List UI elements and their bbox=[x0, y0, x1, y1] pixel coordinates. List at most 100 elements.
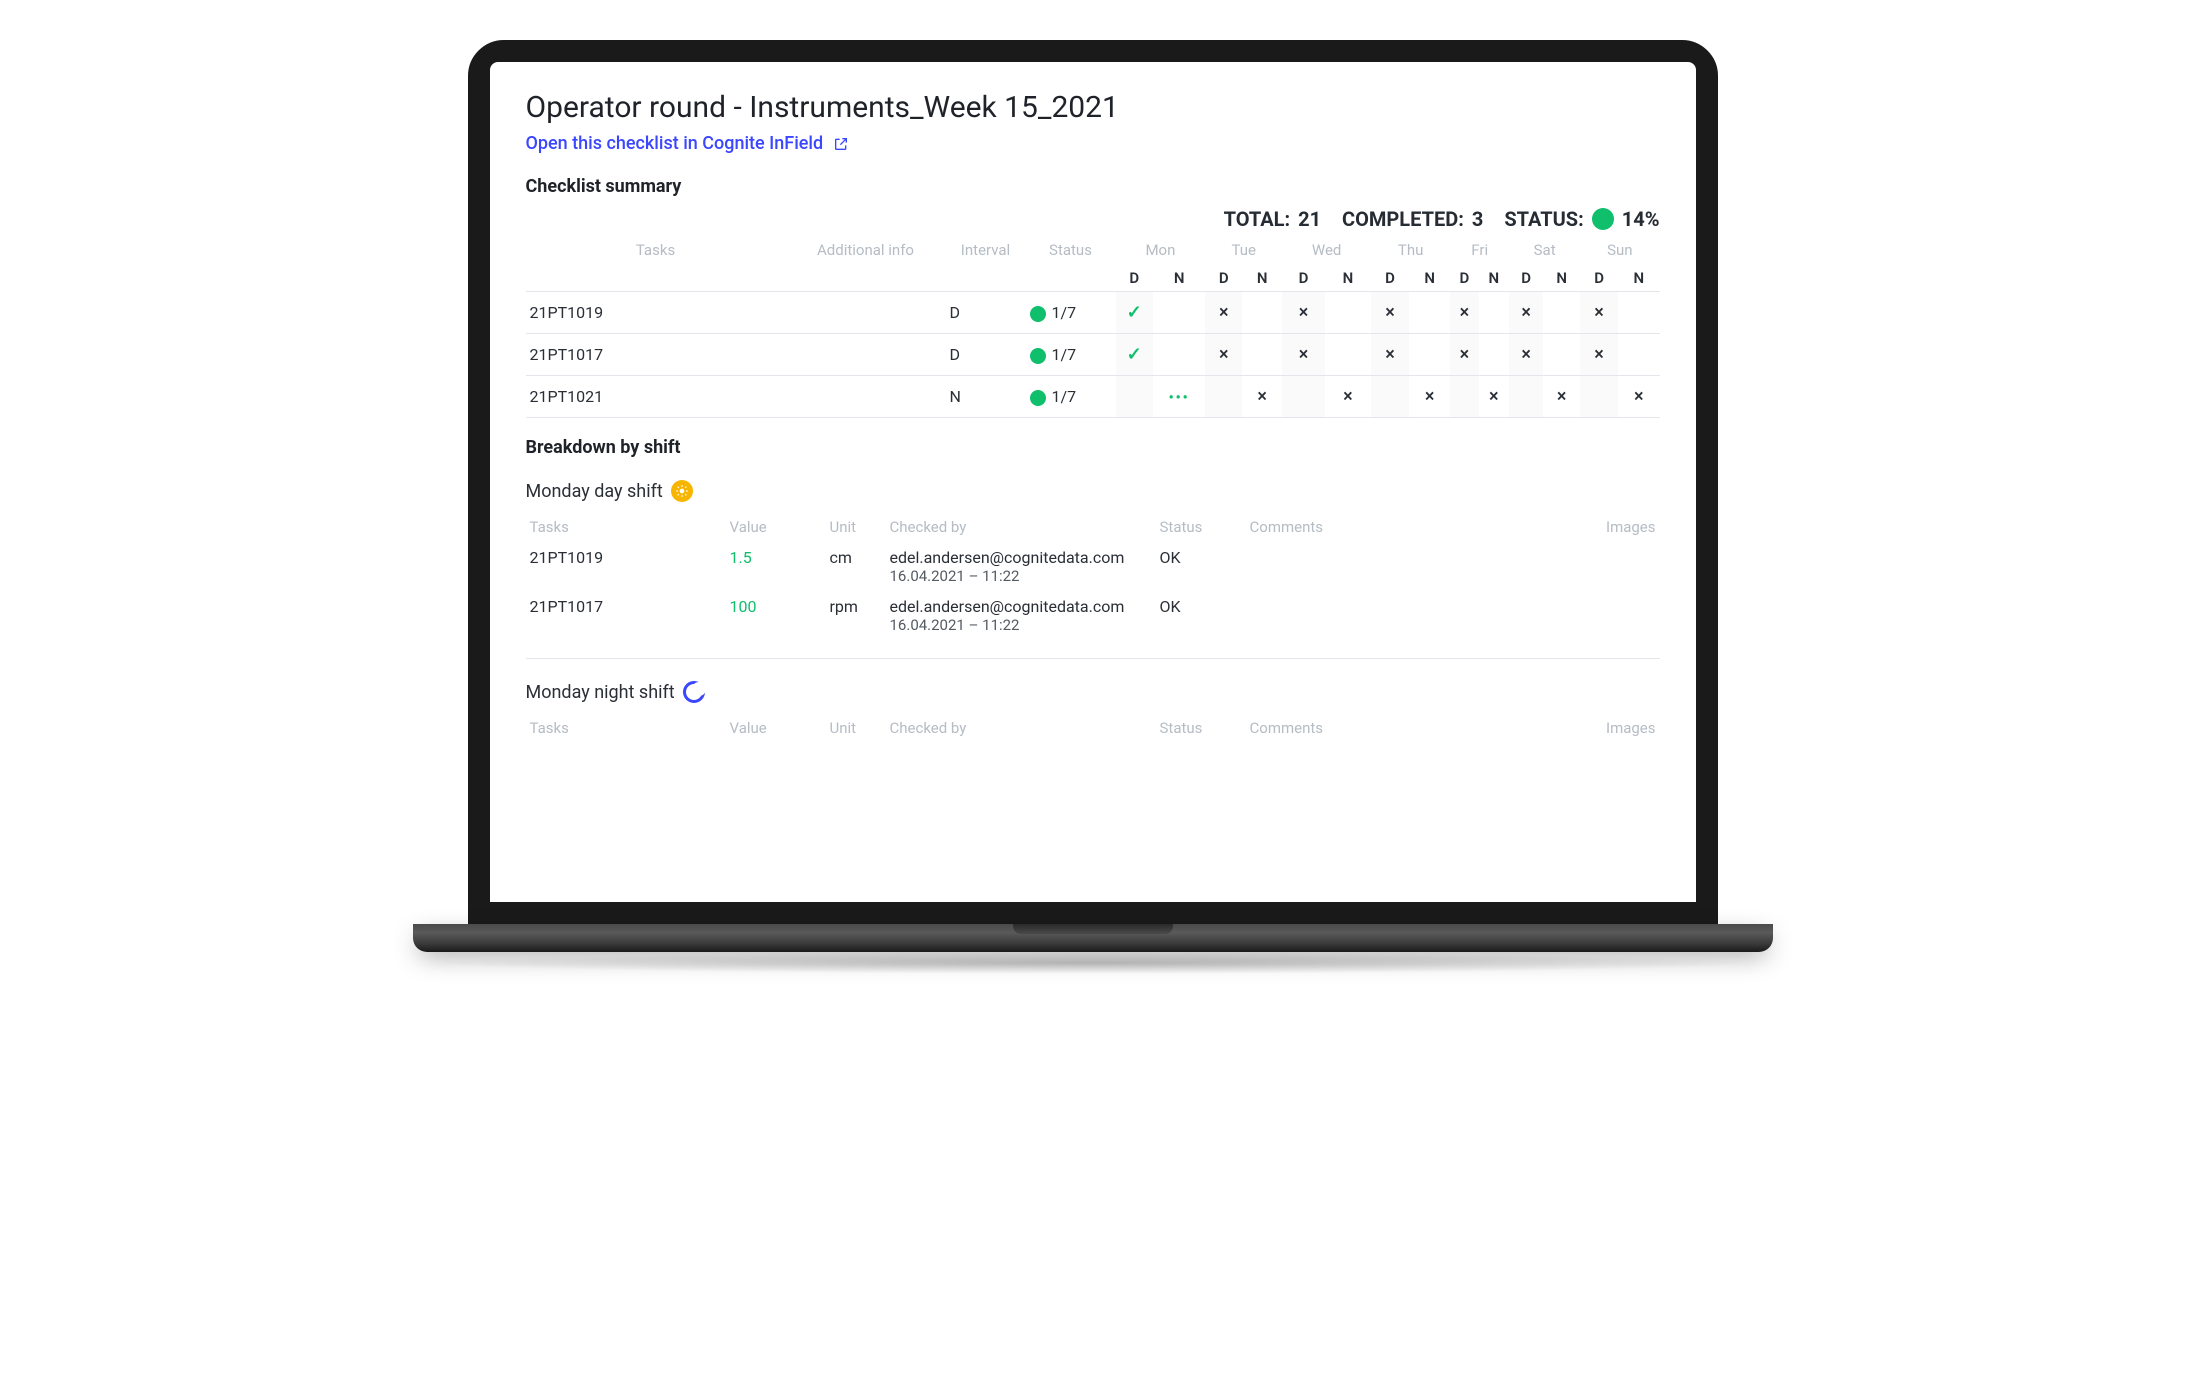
shift-cell bbox=[1325, 292, 1371, 334]
col-comments: Comments bbox=[1246, 512, 1570, 542]
shift-cell: × bbox=[1325, 376, 1371, 418]
x-icon: × bbox=[1219, 302, 1229, 323]
shift-cell: × bbox=[1371, 334, 1409, 376]
dn-header: N bbox=[1618, 265, 1659, 292]
task-name: 21PT1021 bbox=[526, 376, 786, 418]
shift-cell: ✓ bbox=[1116, 334, 1153, 376]
shift-cell: × bbox=[1282, 334, 1325, 376]
shift-cell bbox=[1153, 292, 1205, 334]
row-status: OK bbox=[1156, 591, 1246, 640]
shift-cell bbox=[1580, 376, 1618, 418]
shift-cell bbox=[1409, 292, 1450, 334]
shift-cell: × bbox=[1205, 334, 1242, 376]
progress-dots-icon: ••• bbox=[1169, 390, 1190, 406]
col-status: Status bbox=[1156, 512, 1246, 542]
status-label: STATUS: bbox=[1504, 207, 1583, 231]
col-day-mon: Mon bbox=[1116, 235, 1206, 265]
dn-header: N bbox=[1409, 265, 1450, 292]
x-icon: × bbox=[1219, 344, 1229, 365]
col-value: Value bbox=[726, 713, 826, 743]
completed-label: COMPLETED: bbox=[1342, 207, 1464, 231]
shift-cell bbox=[1543, 334, 1580, 376]
shift-cell bbox=[1450, 376, 1478, 418]
col-day-sat: Sat bbox=[1509, 235, 1580, 265]
col-checked_by: Checked by bbox=[886, 713, 1156, 743]
reading-value: 100 bbox=[726, 591, 826, 640]
shift-title: Monday day shift bbox=[526, 481, 663, 502]
shift-cell: × bbox=[1543, 376, 1580, 418]
shift-cell bbox=[1479, 334, 1510, 376]
external-link-icon bbox=[833, 136, 849, 152]
col-unit: Unit bbox=[826, 512, 886, 542]
moon-icon bbox=[683, 681, 705, 703]
status-ratio: 1/7 bbox=[1052, 387, 1077, 406]
x-icon: × bbox=[1425, 386, 1435, 407]
dn-header: D bbox=[1580, 265, 1618, 292]
status-dot-icon bbox=[1030, 306, 1046, 322]
shift-cell: ✓ bbox=[1116, 292, 1153, 334]
col-day-fri: Fri bbox=[1450, 235, 1509, 265]
check-icon: ✓ bbox=[1127, 302, 1142, 323]
x-icon: × bbox=[1634, 386, 1644, 407]
col-tasks: Tasks bbox=[526, 713, 726, 743]
breakdown-table: TasksValueUnitChecked byStatusCommentsIm… bbox=[526, 512, 1660, 640]
table-row: 21PT1021N1/7•••×××××× bbox=[526, 376, 1660, 418]
reading-unit: cm bbox=[826, 542, 886, 591]
shift-cell bbox=[1116, 376, 1153, 418]
additional-info bbox=[786, 376, 946, 418]
table-row: 21PT1017100rpmedel.andersen@cognitedata.… bbox=[526, 591, 1660, 640]
shift-cell bbox=[1153, 334, 1205, 376]
reading-unit: rpm bbox=[826, 591, 886, 640]
col-value: Value bbox=[726, 512, 826, 542]
col-interval: Interval bbox=[946, 235, 1026, 265]
shift-cell bbox=[1325, 334, 1371, 376]
status-ratio: 1/7 bbox=[1052, 303, 1077, 322]
summary-totals-bar: TOTAL: 21 COMPLETED: 3 STATUS: 14% bbox=[526, 207, 1660, 231]
completed-value: 3 bbox=[1472, 207, 1483, 231]
table-row: 21PT10191.5cmedel.andersen@cognitedata.c… bbox=[526, 542, 1660, 591]
summary-table: Tasks Additional info Interval Status Mo… bbox=[526, 235, 1660, 418]
col-comments: Comments bbox=[1246, 713, 1570, 743]
dn-header: N bbox=[1479, 265, 1510, 292]
shift-cell: × bbox=[1205, 292, 1242, 334]
shift-cell bbox=[1242, 292, 1282, 334]
col-status: Status bbox=[1156, 713, 1246, 743]
open-in-infield-link[interactable]: Open this checklist in Cognite InField bbox=[526, 133, 850, 154]
status-cell: 1/7 bbox=[1026, 292, 1116, 334]
x-icon: × bbox=[1594, 344, 1604, 365]
app-screen: Operator round - Instruments_Week 15_202… bbox=[490, 62, 1696, 902]
shift-cell: × bbox=[1409, 376, 1450, 418]
status-cell: 1/7 bbox=[1026, 334, 1116, 376]
x-icon: × bbox=[1299, 344, 1309, 365]
breakdown-heading: Breakdown by shift bbox=[526, 437, 1660, 458]
laptop-mockup: Operator round - Instruments_Week 15_202… bbox=[468, 40, 1718, 974]
shift-cell: × bbox=[1580, 292, 1618, 334]
total-value: 21 bbox=[1298, 207, 1321, 231]
row-images bbox=[1570, 591, 1660, 640]
dn-header: N bbox=[1325, 265, 1371, 292]
status-percent: 14% bbox=[1622, 207, 1660, 231]
x-icon: × bbox=[1594, 302, 1604, 323]
col-day-wed: Wed bbox=[1282, 235, 1371, 265]
status-dot-icon bbox=[1030, 390, 1046, 406]
shift-cell: × bbox=[1580, 334, 1618, 376]
status-dot-icon bbox=[1592, 208, 1614, 230]
dn-header: D bbox=[1450, 265, 1478, 292]
status-cell: 1/7 bbox=[1026, 376, 1116, 418]
shift-cell: × bbox=[1509, 334, 1543, 376]
breakdown-table: TasksValueUnitChecked byStatusCommentsIm… bbox=[526, 713, 1660, 743]
shift-cell: × bbox=[1282, 292, 1325, 334]
row-comments bbox=[1246, 542, 1570, 591]
col-tasks: Tasks bbox=[526, 512, 726, 542]
x-icon: × bbox=[1385, 344, 1395, 365]
col-status: Status bbox=[1026, 235, 1116, 265]
x-icon: × bbox=[1343, 386, 1353, 407]
shift-cell: × bbox=[1618, 376, 1659, 418]
shift-cell bbox=[1205, 376, 1242, 418]
open-in-infield-label: Open this checklist in Cognite InField bbox=[526, 133, 824, 154]
sun-icon bbox=[671, 480, 693, 502]
col-day-thu: Thu bbox=[1371, 235, 1450, 265]
shift-cell bbox=[1282, 376, 1325, 418]
dn-header-row: DN DN DN DN DN DN DN bbox=[526, 265, 1660, 292]
row-status: OK bbox=[1156, 542, 1246, 591]
